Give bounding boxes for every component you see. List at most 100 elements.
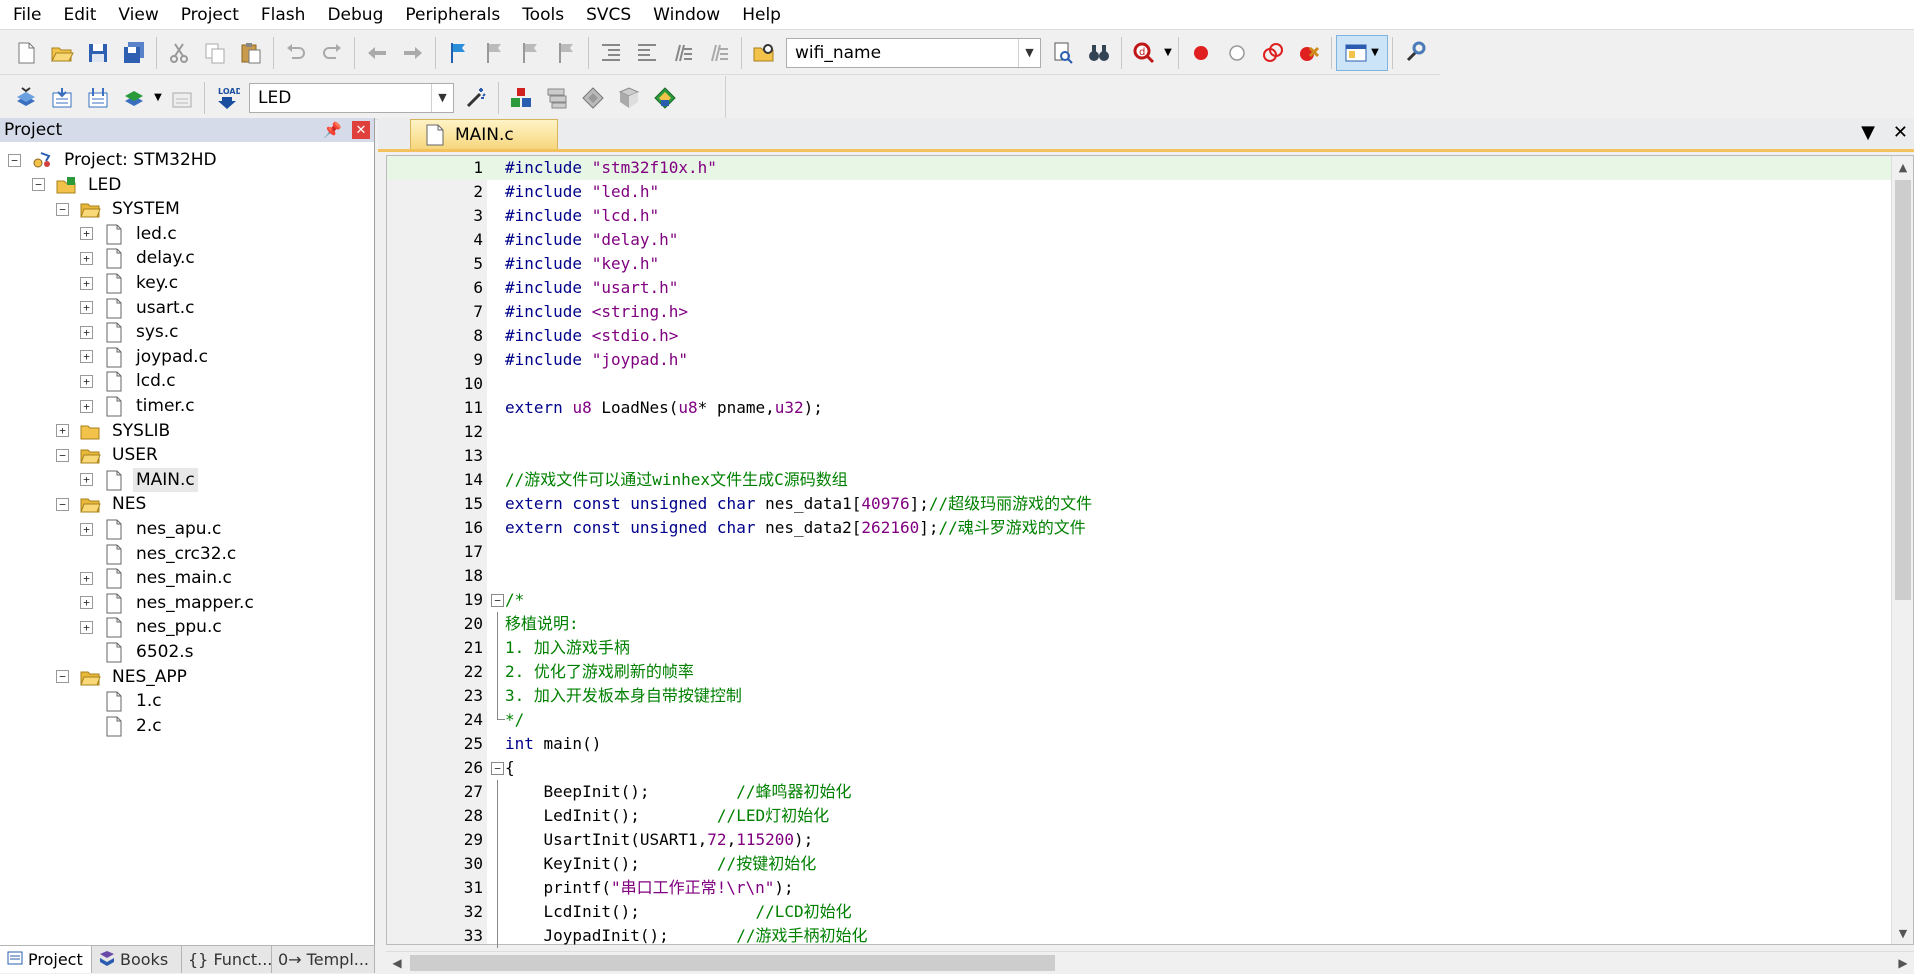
expand-icon[interactable]: +: [80, 301, 93, 315]
code-line[interactable]: 21 1. 加入游戏手柄: [387, 636, 1892, 660]
translate-button[interactable]: [8, 80, 44, 116]
close-icon[interactable]: ✕: [352, 121, 370, 139]
scroll-left-icon[interactable]: ◀: [386, 952, 408, 974]
code-editor[interactable]: 1 #include "stm32f10x.h" 2 #include "led.h"…: [386, 155, 1914, 948]
scroll-right-icon[interactable]: ▶: [1892, 952, 1914, 974]
pin-icon[interactable]: 📌: [323, 121, 342, 139]
tab-list-dropdown-icon[interactable]: ▼: [1861, 122, 1875, 143]
insert-breakpoint-button[interactable]: [1183, 35, 1219, 71]
expand-icon[interactable]: +: [80, 620, 93, 634]
chevron-down-icon[interactable]: ▼: [431, 83, 453, 112]
menu-edit[interactable]: Edit: [52, 0, 107, 30]
uncomment-button[interactable]: [701, 35, 737, 71]
comment-button[interactable]: [665, 35, 701, 71]
code-line[interactable]: 16 extern const unsigned char nes_data2[2…: [387, 516, 1892, 540]
bookmark-next-button[interactable]: [512, 35, 548, 71]
configure-button[interactable]: [1397, 35, 1433, 71]
expand-icon[interactable]: +: [80, 350, 93, 364]
collapse-icon[interactable]: −: [32, 178, 45, 192]
code-line[interactable]: 26−{: [387, 756, 1892, 780]
code-line[interactable]: 4 #include "delay.h": [387, 228, 1892, 252]
close-editor-icon[interactable]: ✕: [1893, 122, 1908, 143]
menu-help[interactable]: Help: [731, 0, 792, 30]
expand-icon[interactable]: +: [80, 325, 93, 339]
rebuild-button[interactable]: [80, 80, 116, 116]
new-file-button[interactable]: [8, 35, 44, 71]
undo-button[interactable]: [278, 35, 314, 71]
indent-button[interactable]: [593, 35, 629, 71]
window-layout-button[interactable]: ▼: [1336, 34, 1388, 71]
tab-main-c[interactable]: MAIN.c: [410, 119, 558, 149]
expand-icon[interactable]: +: [80, 473, 93, 487]
expand-icon[interactable]: +: [80, 276, 93, 290]
menu-window[interactable]: Window: [642, 0, 731, 30]
rte-config-button[interactable]: [647, 80, 683, 116]
collapse-icon[interactable]: −: [56, 670, 69, 684]
disable-all-breakpoints-button[interactable]: [1255, 35, 1291, 71]
bookmark-clear-button[interactable]: [548, 35, 584, 71]
code-line[interactable]: 5 #include "key.h": [387, 252, 1892, 276]
code-line[interactable]: 7 #include <string.h>: [387, 300, 1892, 324]
code-line[interactable]: 23 3. 加入开发板本身自带按键控制: [387, 684, 1892, 708]
build-button[interactable]: [44, 80, 80, 116]
tab-project[interactable]: Project: [0, 946, 92, 973]
navigate-back-button[interactable]: [359, 35, 395, 71]
code-line[interactable]: 17: [387, 540, 1892, 564]
save-button[interactable]: [80, 35, 116, 71]
tree-item[interactable]: 2.c: [80, 711, 165, 741]
debug-start-button[interactable]: d: [1126, 35, 1162, 71]
collapse-icon[interactable]: −: [56, 497, 69, 511]
code-line[interactable]: 25 int main(): [387, 732, 1892, 756]
menu-svcs[interactable]: SVCS: [575, 0, 642, 30]
manage-components-button[interactable]: [503, 80, 539, 116]
save-all-button[interactable]: [116, 35, 152, 71]
expand-icon[interactable]: +: [56, 424, 69, 438]
bookmark-toggle-button[interactable]: [440, 35, 476, 71]
expand-icon[interactable]: +: [80, 251, 93, 265]
kill-all-breakpoints-button[interactable]: [1291, 35, 1327, 71]
expand-icon[interactable]: +: [80, 227, 93, 241]
code-line[interactable]: 31 printf("串口工作正常!\r\n");: [387, 876, 1892, 900]
fold-collapse-icon[interactable]: −: [491, 594, 504, 607]
horizontal-scroll-thumb[interactable]: [410, 955, 1055, 971]
menu-file[interactable]: File: [2, 0, 52, 30]
cut-button[interactable]: [161, 35, 197, 71]
code-line[interactable]: 20 移植说明:: [387, 612, 1892, 636]
code-line[interactable]: 3 #include "lcd.h": [387, 204, 1892, 228]
code-line[interactable]: 28 LedInit(); //LED灯初始化: [387, 804, 1892, 828]
collapse-icon[interactable]: −: [56, 202, 69, 216]
paste-button[interactable]: [233, 35, 269, 71]
code-line[interactable]: 11 extern u8 LoadNes(u8* pname,u32);: [387, 396, 1892, 420]
copy-button[interactable]: [197, 35, 233, 71]
incremental-find-button[interactable]: [1081, 35, 1117, 71]
scroll-down-icon[interactable]: ▼: [1892, 922, 1914, 944]
expand-icon[interactable]: +: [80, 571, 93, 585]
code-line[interactable]: 9 #include "joypad.h": [387, 348, 1892, 372]
chevron-down-icon[interactable]: ▼: [1018, 38, 1040, 67]
code-line[interactable]: 18: [387, 564, 1892, 588]
code-line[interactable]: 15 extern const unsigned char nes_data1[4…: [387, 492, 1892, 516]
tab-books[interactable]: Books: [92, 946, 182, 973]
collapse-icon[interactable]: −: [8, 153, 21, 167]
tab-templates[interactable]: 0→ Templ...: [272, 946, 375, 973]
horizontal-scrollbar[interactable]: ◀ ▶: [386, 951, 1914, 973]
code-line[interactable]: 30 KeyInit(); //按键初始化: [387, 852, 1892, 876]
vertical-scroll-thumb[interactable]: [1895, 180, 1911, 600]
batch-dropdown-icon[interactable]: ▼: [152, 92, 164, 103]
tab-functions[interactable]: {} Funct...: [182, 946, 272, 973]
expand-icon[interactable]: +: [80, 522, 93, 536]
target-options-button[interactable]: [458, 80, 494, 116]
code-line[interactable]: 1 #include "stm32f10x.h": [387, 156, 1892, 180]
find-in-files-button[interactable]: [746, 35, 782, 71]
code-line[interactable]: 19−/*: [387, 588, 1892, 612]
code-line[interactable]: 12: [387, 420, 1892, 444]
code-line[interactable]: 27 BeepInit(); //蜂鸣器初始化: [387, 780, 1892, 804]
collapse-icon[interactable]: −: [56, 448, 69, 462]
expand-icon[interactable]: +: [80, 399, 93, 413]
code-line[interactable]: 6 #include "usart.h": [387, 276, 1892, 300]
code-line[interactable]: 33 JoypadInit(); //游戏手柄初始化: [387, 924, 1892, 948]
stop-build-button[interactable]: [164, 80, 200, 116]
code-line[interactable]: 32 LcdInit(); //LCD初始化: [387, 900, 1892, 924]
menu-debug[interactable]: Debug: [316, 0, 394, 30]
code-line[interactable]: 8 #include <stdio.h>: [387, 324, 1892, 348]
